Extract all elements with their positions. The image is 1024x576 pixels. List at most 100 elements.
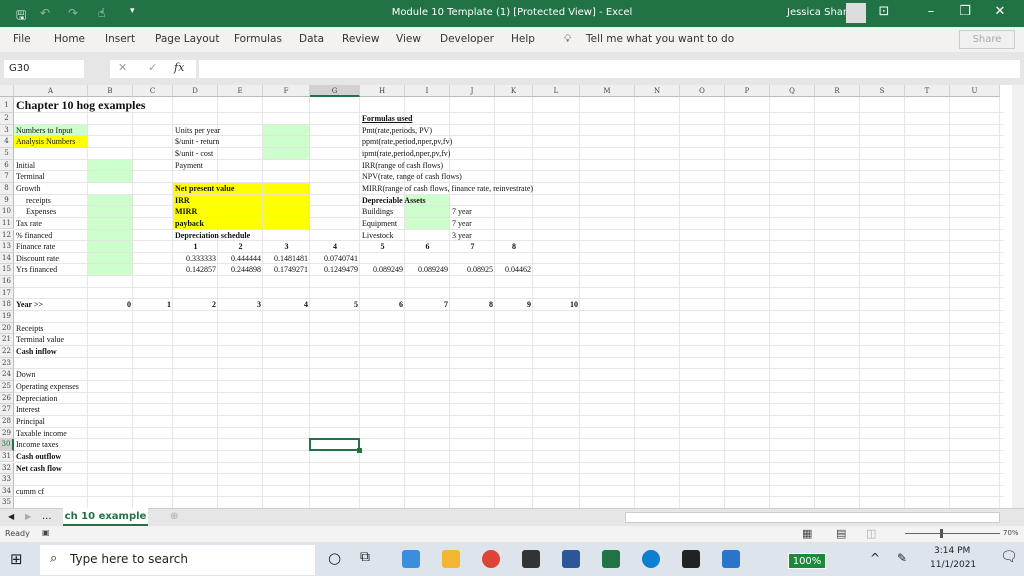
cell-G14[interactable]: 0.0740741 [310,253,360,265]
cell-D12[interactable]: Depreciation schedule [173,230,252,242]
row-header-7[interactable]: 7 [0,171,14,183]
row-header-4[interactable]: 4 [0,136,14,148]
mail-icon[interactable] [402,550,420,568]
cell-D18[interactable]: 2 [173,299,218,311]
column-header-O[interactable]: O [680,85,725,97]
cell-H3[interactable]: Pmt(rate,periods, PV) [360,125,434,137]
more-sheets[interactable]: ... [42,511,52,522]
tab-formulas[interactable]: Formulas [234,33,282,45]
cell-A12[interactable]: % financed [14,230,54,242]
tell-me-box[interactable]: Tell me what you want to do [586,33,734,45]
add-sheet-icon[interactable]: ⊕ [170,511,178,522]
cell-H18[interactable]: 6 [360,299,405,311]
cell-H5[interactable]: ipmt(rate,period,nper,pv,fv) [360,148,452,160]
row-header-27[interactable]: 27 [0,404,14,416]
windows-start-icon[interactable]: ⊞ [10,550,23,568]
cell-D6[interactable]: Payment [173,160,205,172]
select-all[interactable] [0,85,14,97]
tab-review[interactable]: Review [342,33,379,45]
cell-B18[interactable]: 0 [88,299,133,311]
cell-A8[interactable]: Growth [14,183,42,195]
cell-F14[interactable]: 0.1481481 [263,253,310,265]
cell-A34[interactable]: cumm cf [14,486,46,498]
cell-H12[interactable]: Livestock [360,230,396,242]
column-header-B[interactable]: B [88,85,133,97]
tab-home[interactable]: Home [54,33,85,45]
cell-A31[interactable]: Cash outflow [14,451,63,463]
cell-D13[interactable]: 1 [173,241,218,253]
cell-H8[interactable]: MIRR(range of cash flows, finance rate, … [360,183,535,195]
cell-H11[interactable]: Equipment [360,218,399,230]
cell-A4[interactable]: Analysis Numbers [14,136,77,148]
name-box[interactable]: G30 [4,60,84,78]
task-view-icon[interactable]: ⧉ [360,549,370,565]
cell-A27[interactable]: Interest [14,404,42,416]
cell-G15[interactable]: 0.1249479 [310,264,360,276]
cell-H4[interactable]: ppmt(rate,period,nper,pv,fv) [360,136,454,148]
tab-data[interactable]: Data [299,33,324,45]
row-header-10[interactable]: 10 [0,206,14,218]
normal-view-icon[interactable]: ▦ [802,527,812,540]
minimize-icon[interactable]: – [921,4,941,19]
row-header-8[interactable]: 8 [0,182,14,195]
row-header-21[interactable]: 21 [0,334,14,346]
tab-developer[interactable]: Developer [440,33,494,45]
page-layout-view-icon[interactable]: ▤ [836,527,846,540]
row-header-33[interactable]: 33 [0,474,14,486]
share-button[interactable]: Share [959,30,1015,49]
cell-A13[interactable]: Finance rate [14,241,57,253]
column-header-T[interactable]: T [905,85,950,97]
cell-K15[interactable]: 0.04462 [495,264,533,276]
zoom-slider-thumb[interactable] [940,529,943,538]
row-header-25[interactable]: 25 [0,380,14,393]
cell-A24[interactable]: Down [14,369,38,381]
cell-A14[interactable]: Discount rate [14,253,61,265]
cell-E14[interactable]: 0.444444 [218,253,263,265]
chrome-icon[interactable] [482,550,500,568]
ribbon-display-icon[interactable]: ⊡ [874,4,894,19]
cell-D8[interactable]: Net present value [173,183,236,195]
column-header-D[interactable]: D [173,85,218,97]
cell-H9[interactable]: Depreciable Assets [360,195,428,207]
row-header-11[interactable]: 11 [0,217,14,230]
fill-handle[interactable] [357,447,362,453]
chevron-up-icon[interactable]: ^ [870,551,880,565]
column-header-R[interactable]: R [815,85,860,97]
column-header-H[interactable]: H [360,85,405,97]
cell-A32[interactable]: Net cash flow [14,463,64,475]
close-icon[interactable]: ✕ [990,4,1010,19]
cell-A18[interactable]: Year >> [14,299,45,311]
row-header-26[interactable]: 26 [0,392,14,405]
notifications-icon[interactable]: 🗨︎ [1000,549,1018,565]
column-header-G[interactable]: G [310,85,360,97]
row-header-2[interactable]: 2 [0,113,14,125]
sheet-tab-active[interactable]: ch 10 example [63,508,148,526]
insert-function-icon[interactable]: fx [174,61,184,74]
cell-F18[interactable]: 4 [263,299,310,311]
cell-F15[interactable]: 0.1749271 [263,264,310,276]
cell-K18[interactable]: 9 [495,299,533,311]
cell-J12[interactable]: 3 year [450,230,474,242]
cell-L18[interactable]: 10 [533,299,580,311]
row-header-19[interactable]: 19 [0,311,14,323]
cell-F13[interactable]: 3 [263,241,310,253]
row-header-6[interactable]: 6 [0,159,14,172]
zoom-level[interactable]: 70% [1003,529,1019,537]
column-header-F[interactable]: F [263,85,310,97]
row-header-23[interactable]: 23 [0,357,14,370]
cell-H7[interactable]: NPV(rate, range of cash flows) [360,171,464,183]
row-header-30[interactable]: 30 [0,439,14,451]
row-header-20[interactable]: 20 [0,322,14,335]
zoom-slider[interactable] [905,533,1000,534]
row-header-15[interactable]: 15 [0,264,14,277]
edge-icon[interactable] [642,550,660,568]
column-header-C[interactable]: C [133,85,173,97]
column-header-M[interactable]: M [580,85,635,97]
cell-E18[interactable]: 3 [218,299,263,311]
cell-A7[interactable]: Terminal [14,171,47,183]
page-break-view-icon[interactable]: ◫ [866,527,876,540]
row-header-14[interactable]: 14 [0,252,14,265]
cell-A15[interactable]: Yrs financed [14,264,59,276]
column-header-Q[interactable]: Q [770,85,815,97]
tab-file[interactable]: File [13,33,31,45]
